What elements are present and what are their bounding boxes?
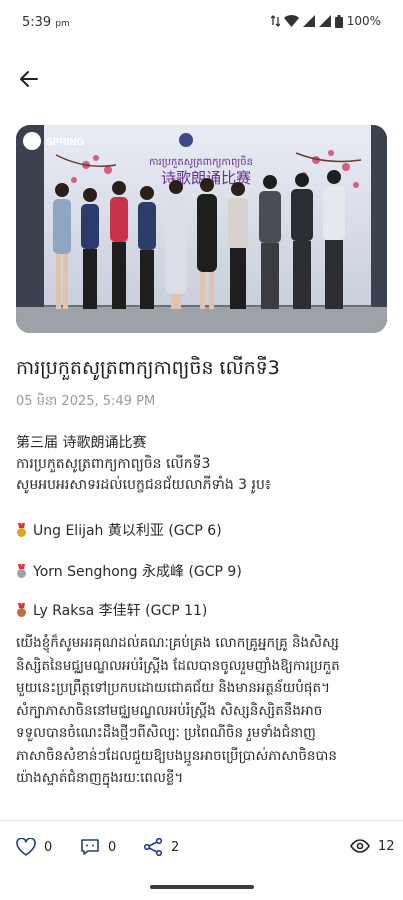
intro-line-chinese: 第三届 诗歌朗诵比赛 <box>16 435 147 451</box>
prize-item-first: Ung Elijah 黄以利亚 (GCP 6) <box>16 520 222 540</box>
hero-logo-text: SPRING <box>46 137 85 148</box>
like-button[interactable]: 0 <box>16 838 52 856</box>
prize-second-text: Yorn Senghong 永成峰 (GCP 9) <box>33 564 242 580</box>
post-paragraph: យើងខ្ញុំក៏សូមអរគុណដល់គណៈគ្រប់គ្រង លោកគ្រ… <box>16 632 388 790</box>
paragraph-line: មួយនេះប្រព្រឹត្តទៅប្រកបដោយជោគជ័យ និងមានអ… <box>16 680 330 696</box>
signal-icon-2 <box>318 15 331 27</box>
share-count: 2 <box>171 839 180 855</box>
status-time-value: 5:39 <box>22 15 52 30</box>
paragraph-line: សំក្បាភាសាចិននៅមជ្ឈមណ្ឌលអប់រំស្ព្រីង សិស… <box>16 702 323 719</box>
back-button[interactable] <box>14 64 44 94</box>
bronze-medal-icon <box>16 602 27 618</box>
battery-icon <box>334 14 343 28</box>
paragraph-line: យើងខ្ញុំក៏សូមអរគុណដល់គណៈគ្រប់គ្រង លោកគ្រ… <box>16 635 339 651</box>
intro-line-congrats: សូមអបអរសាទរដល់បេក្ខជនជ័យលាភីទាំង 3 រូប៖ <box>16 477 272 493</box>
comment-count: 0 <box>108 839 117 855</box>
paragraph-line: និស្សិតនៃមជ្ឈមណ្ឌលអប់រំស្ព្រីង ដែលបានចូល… <box>16 657 340 674</box>
paragraph-line: ភាសាចិនសំខាន់ៗដែលជួយឱ្យបងប្អូនអាចប្រើប្រ… <box>16 747 337 764</box>
post-date: 05 មិនា 2025, 5:49 PM <box>16 394 156 409</box>
hero-banner-khmer: ការប្រកួតសូត្រពាក្យកាព្យចិន <box>149 155 253 169</box>
group-photo: SPRING ការប្រកួតសូត្រពាក្យកាព្យចិន 诗歌朗诵比… <box>16 125 387 333</box>
gold-medal-icon <box>16 522 27 538</box>
signal-icon <box>302 15 315 27</box>
share-icon <box>143 838 163 856</box>
like-count: 0 <box>44 839 53 855</box>
battery-percent: 100% <box>346 14 381 28</box>
data-arrows-icon <box>270 15 280 27</box>
silver-medal-icon <box>16 563 27 579</box>
eye-icon <box>350 839 370 853</box>
paragraph-line: ទទួលបានចំណេះដឹងថ្មីៗពីសិល្បៈ ប្រពៃណីចិន … <box>16 725 316 741</box>
post-title: ការប្រកួតសូត្រពាក្យកាព្យចិន លើកទី3 <box>16 357 280 379</box>
comment-icon <box>81 839 99 855</box>
prize-item-third: Ly Raksa 李佳轩 (GCP 11) <box>16 600 207 620</box>
heart-icon <box>16 838 36 856</box>
view-count: 12 <box>378 838 395 854</box>
action-bar: 0 0 2 12 <box>0 820 403 877</box>
status-icons: 100% <box>270 14 381 28</box>
post-image[interactable]: SPRING ការប្រកួតសូត្រពាក្យកាព្យចិន 诗歌朗诵比… <box>16 125 387 333</box>
share-button[interactable]: 2 <box>143 838 179 856</box>
status-ampm: pm <box>55 19 70 29</box>
post-intro: 第三届 诗歌朗诵比赛 ការប្រកួតសូត្រពាក្យកាព្យចិន ល… <box>16 433 388 496</box>
intro-line-khmer: ការប្រកួតសូត្រពាក្យកាព្យចិន លើកទី3 <box>16 456 211 472</box>
prize-first-text: Ung Elijah 黄以利亚 (GCP 6) <box>33 523 222 539</box>
views-indicator: 12 <box>350 838 395 854</box>
paragraph-line: យ៉ាងស្ទាត់ជំនាញក្នុងរយៈពេលខ្លី។ <box>16 770 184 786</box>
prize-third-text: Ly Raksa 李佳轩 (GCP 11) <box>33 603 208 619</box>
wifi-icon <box>283 15 299 27</box>
status-bar: 5:39 pm 100% <box>0 0 403 44</box>
prize-item-second: Yorn Senghong 永成峰 (GCP 9) <box>16 561 242 581</box>
status-time: 5:39 pm <box>22 15 70 30</box>
comment-button[interactable]: 0 <box>80 838 116 856</box>
home-indicator[interactable] <box>150 885 254 889</box>
arrow-left-icon <box>20 71 38 87</box>
